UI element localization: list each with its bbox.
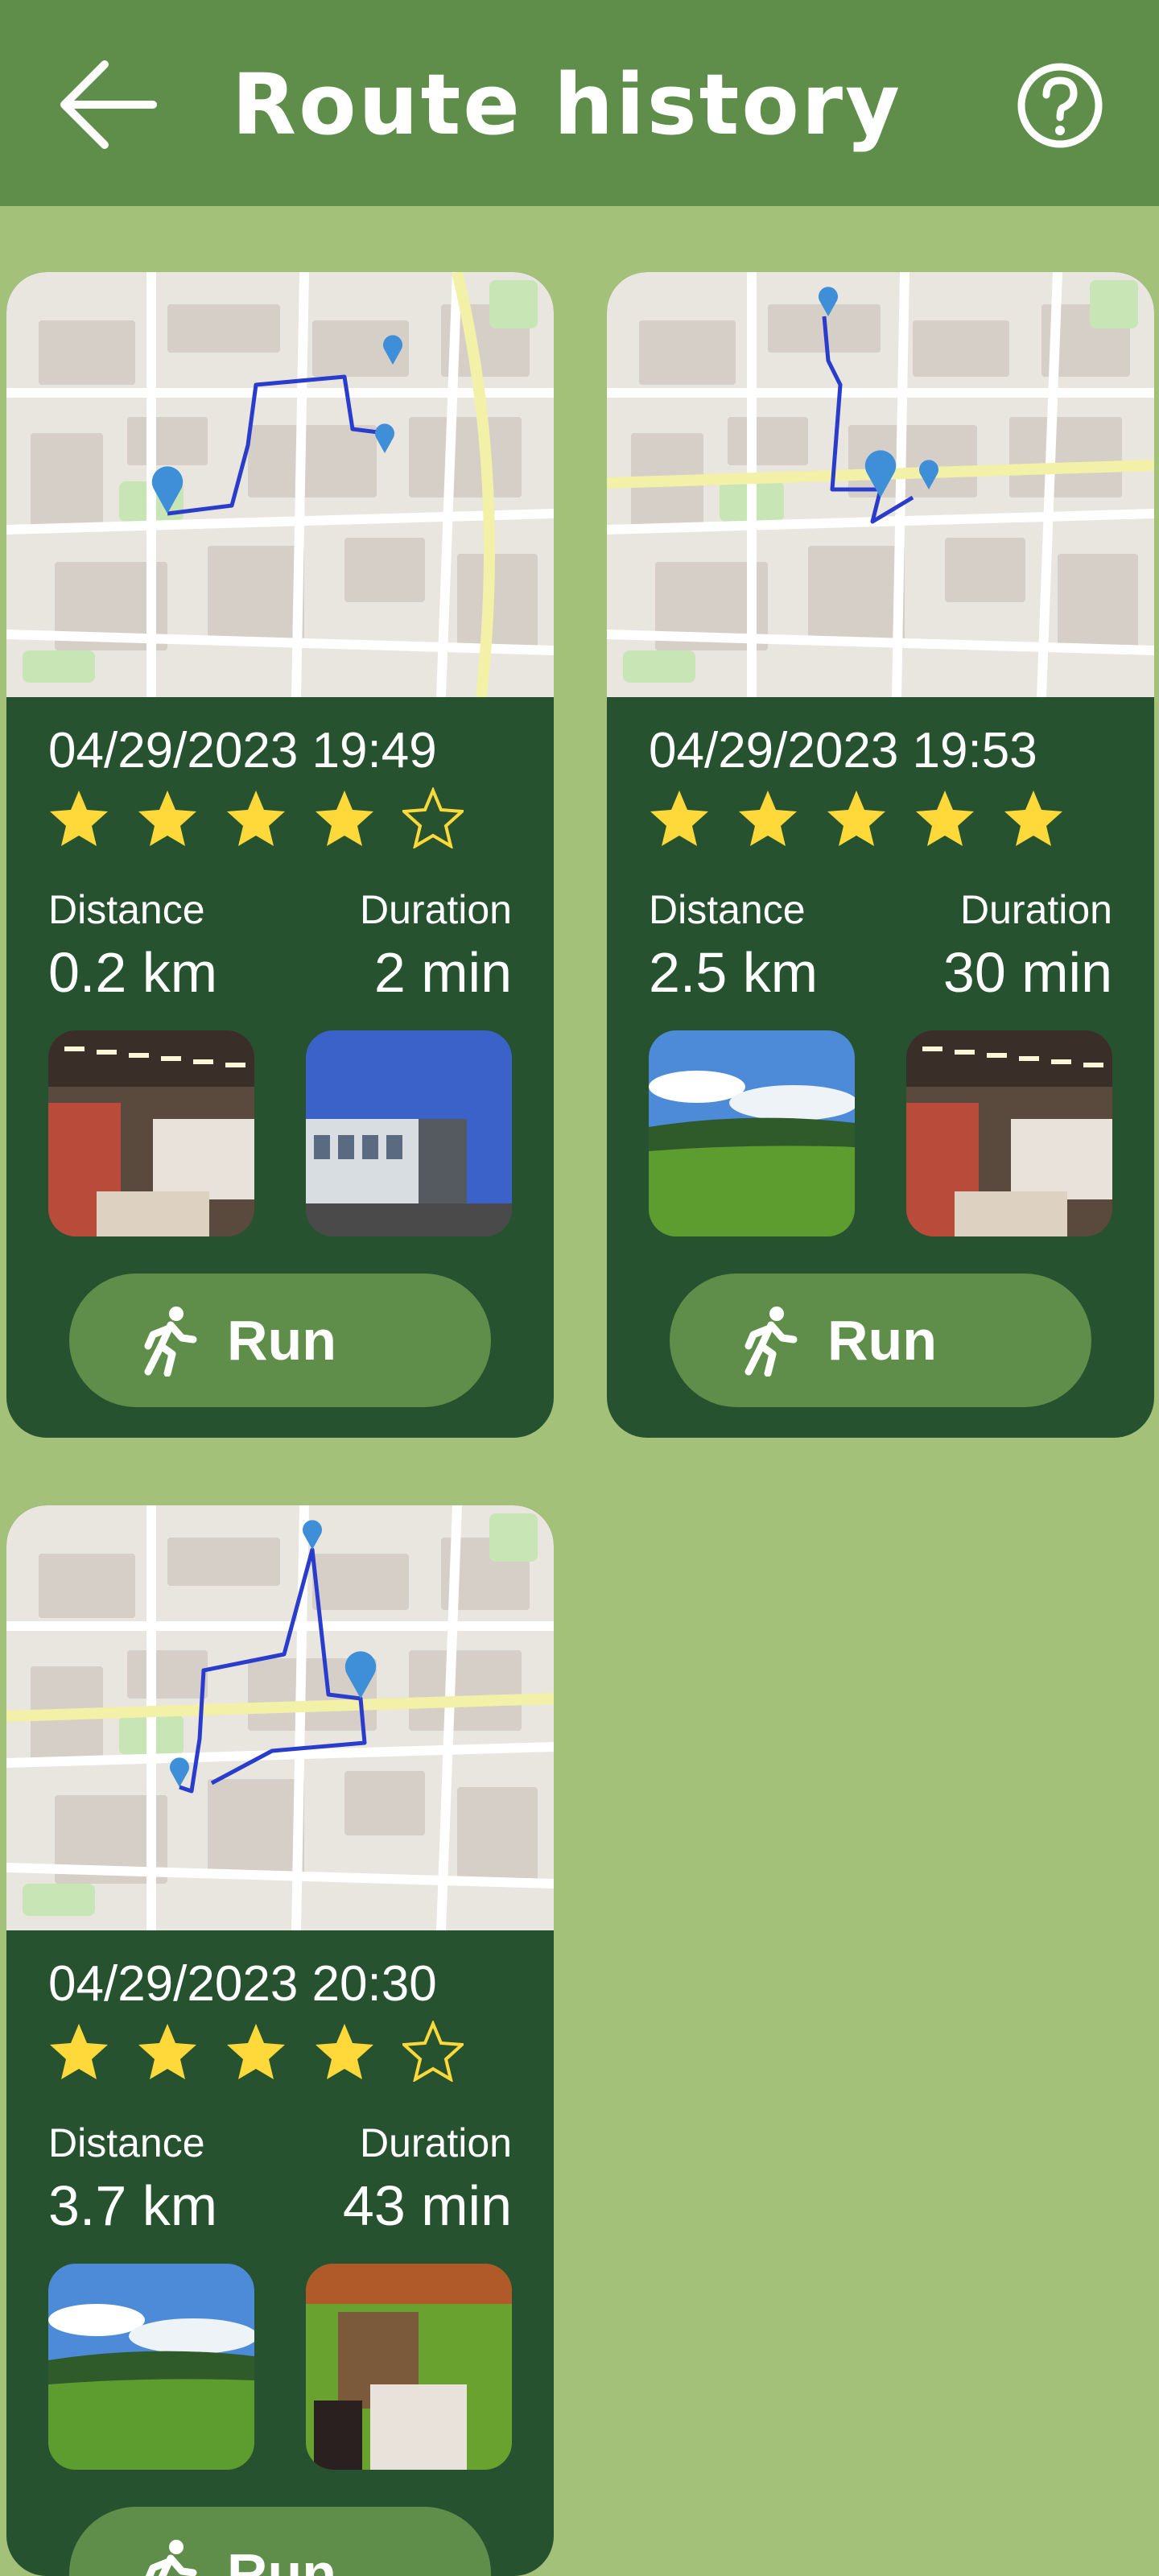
running-person-icon [144,1307,197,1377]
run-button[interactable]: Run [670,1274,1091,1407]
supermarket-photo[interactable] [906,1030,1112,1236]
route-date: 04/29/2023 19:49 [48,723,437,778]
supermarket-photo[interactable] [48,1030,254,1236]
running-person-icon [744,1307,798,1377]
route-map[interactable] [6,1505,554,1930]
star-filled-icon [138,791,196,846]
star-filled-icon [50,2024,108,2079]
meadow-photo[interactable] [649,1030,855,1236]
run-button[interactable]: Run [69,2507,491,2576]
distance-value: 2.5 km [649,941,819,1004]
run-button-label: Run [827,1309,938,1372]
meadow-photo[interactable] [48,2264,254,2470]
duration-label: Duration [360,887,512,932]
distance-label: Distance [48,887,205,932]
distance-label: Distance [649,887,806,932]
star-filled-icon [650,791,708,846]
duration-value: 2 min [373,941,512,1004]
route-date: 04/29/2023 20:30 [48,1956,437,2012]
distance-value: 3.7 km [48,2174,218,2237]
page-title: Route history [232,56,902,154]
star-outline-icon [402,787,464,848]
route-card[interactable]: 04/29/2023 19:49 Distance Duration 0.2 km 2 … [6,272,554,1438]
star-filled-icon [316,2024,373,2079]
building-photo[interactable] [306,1030,512,1236]
run-button[interactable]: Run [69,1274,491,1407]
star-filled-icon [227,2024,285,2079]
rating-stars [48,2021,499,2085]
duration-value: 43 min [342,2174,512,2237]
rating-stars [649,787,1099,852]
star-filled-icon [1004,791,1062,846]
route-map[interactable] [6,272,554,697]
route-card[interactable]: 04/29/2023 20:30 Distance Duration 3.7 km 43… [6,1505,554,2576]
cafe-photo[interactable] [306,2264,512,2470]
run-button-label: Run [227,2542,337,2576]
route-map[interactable] [607,272,1154,697]
star-outline-icon [402,2021,464,2082]
star-filled-icon [316,791,373,846]
duration-value: 30 min [942,941,1112,1004]
duration-label: Duration [960,887,1112,932]
rating-stars [48,787,499,852]
run-button-label: Run [227,1309,337,1372]
back-arrow-icon[interactable] [56,56,161,153]
route-date: 04/29/2023 19:53 [649,723,1037,778]
help-icon[interactable] [1016,61,1104,150]
route-card[interactable]: 04/29/2023 19:53 Distance Duration 2.5 km 30… [607,272,1154,1438]
duration-label: Duration [360,2120,512,2165]
running-person-icon [145,2540,197,2576]
top-app-bar: Route history [0,0,1159,206]
star-filled-icon [227,791,285,846]
star-filled-icon [50,791,108,846]
star-filled-icon [739,791,797,846]
star-filled-icon [827,791,885,846]
distance-label: Distance [48,2120,205,2165]
star-filled-icon [916,791,974,846]
distance-value: 0.2 km [48,941,218,1004]
star-filled-icon [138,2024,196,2079]
